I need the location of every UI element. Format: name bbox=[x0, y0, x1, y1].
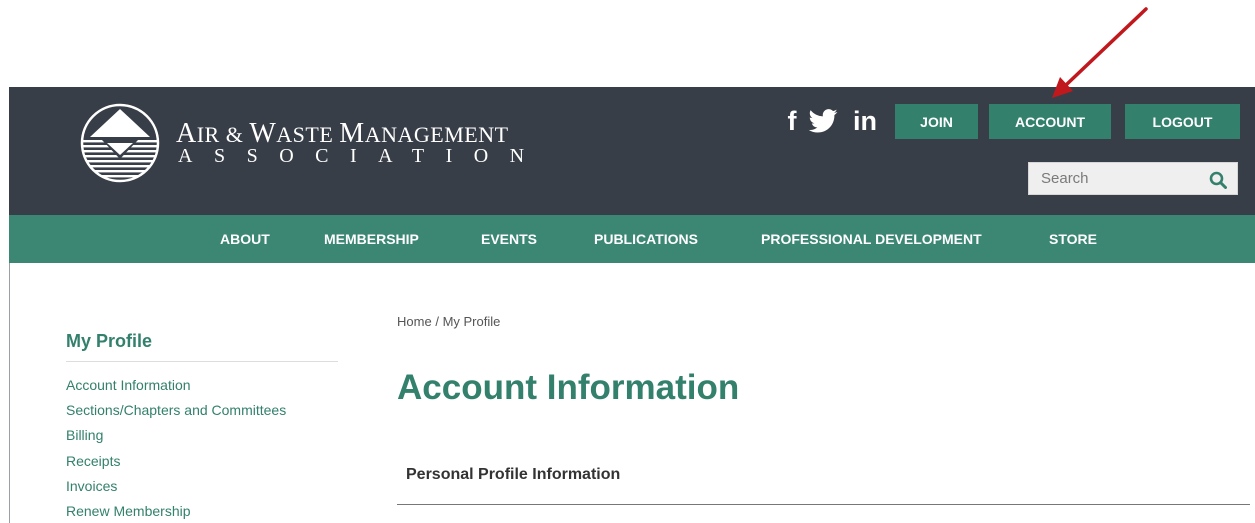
nav-item-membership[interactable]: MEMBERSHIP bbox=[324, 215, 419, 263]
linkedin-icon[interactable]: in bbox=[848, 106, 882, 136]
search-input[interactable] bbox=[1041, 170, 1201, 187]
join-button[interactable]: JOIN bbox=[895, 104, 978, 139]
brand-word: ASTE bbox=[276, 122, 340, 147]
nav-item-events[interactable]: EVENTS bbox=[481, 215, 537, 263]
page-title: Account Information bbox=[397, 368, 740, 407]
brand-word: ANAGEMENT bbox=[364, 122, 509, 147]
nav-item-about[interactable]: ABOUT bbox=[220, 215, 270, 263]
breadcrumb: Home / My Profile bbox=[397, 314, 500, 329]
breadcrumb-home[interactable]: Home bbox=[397, 314, 432, 329]
association-logo-icon[interactable] bbox=[80, 97, 160, 189]
sidebar-item-sections-chapters-committees[interactable]: Sections/Chapters and Committees bbox=[66, 402, 286, 418]
section-divider bbox=[397, 504, 1250, 505]
brand-word: IR & bbox=[196, 122, 250, 147]
nav-item-store[interactable]: STORE bbox=[1049, 215, 1097, 263]
sidebar-item-invoices[interactable]: Invoices bbox=[66, 478, 117, 494]
section-heading: Personal Profile Information bbox=[406, 466, 621, 483]
sidebar-title: My Profile bbox=[66, 331, 153, 351]
breadcrumb-current: My Profile bbox=[442, 314, 501, 329]
search-icon[interactable] bbox=[1209, 171, 1227, 189]
sidebar-divider bbox=[66, 361, 338, 362]
facebook-icon[interactable]: f bbox=[784, 106, 800, 136]
logout-button[interactable]: LOGOUT bbox=[1125, 104, 1240, 139]
sidebar-item-billing[interactable]: Billing bbox=[66, 427, 103, 443]
breadcrumb-separator: / bbox=[435, 314, 439, 329]
sidebar-item-renew-membership[interactable]: Renew Membership bbox=[66, 503, 191, 519]
brand-subtitle: ASSOCIATION bbox=[178, 145, 546, 167]
sidebar-item-receipts[interactable]: Receipts bbox=[66, 453, 120, 469]
sidebar-item-account-information[interactable]: Account Information bbox=[66, 377, 191, 393]
nav-item-professional-development[interactable]: PROFESSIONAL DEVELOPMENT bbox=[761, 215, 982, 263]
account-button[interactable]: ACCOUNT bbox=[989, 104, 1111, 139]
nav-item-publications[interactable]: PUBLICATIONS bbox=[594, 215, 698, 263]
twitter-icon[interactable] bbox=[808, 106, 838, 136]
search-box bbox=[1028, 162, 1238, 195]
